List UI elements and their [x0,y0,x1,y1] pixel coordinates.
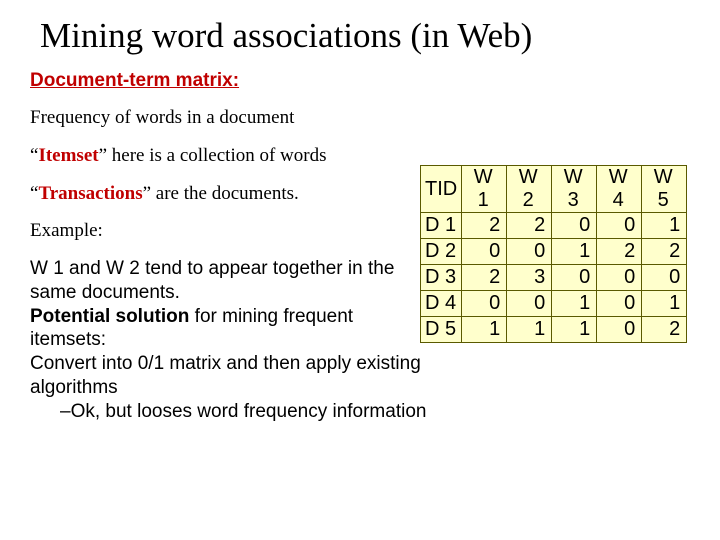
col-w3: W 3 [552,166,597,213]
example-label: Example: [30,219,430,243]
transactions-rest: are the documents. [151,183,299,204]
cell: 1 [552,291,597,317]
subheading: Document-term matrix: [30,70,690,92]
transactions-line: “Transactions” are the documents. [30,182,430,206]
matrix-table: TID W 1 W 2 W 3 W 4 W 5 D 1 2 2 0 0 1 [420,165,687,343]
potential-line: Potential solution for mining frequent i… [30,305,430,353]
ok-line: –Ok, but looses word frequency informati… [60,400,430,424]
table-header-row: TID W 1 W 2 W 3 W 4 W 5 [421,166,687,213]
itemset-line: “Itemset” here is a collection of words [30,144,430,168]
transactions-term: Transactions [38,183,142,204]
col-tid: TID [421,166,462,213]
table-row: D 5 1 1 1 0 2 [421,317,687,343]
cell: 0 [597,265,642,291]
cell: 0 [597,291,642,317]
cell: 0 [552,265,597,291]
cell: 1 [642,291,687,317]
frequency-line: Frequency of words in a document [30,106,430,130]
cell: 0 [507,291,552,317]
table-row: D 4 0 0 1 0 1 [421,291,687,317]
cell: 1 [507,317,552,343]
matrix-body: D 1 2 2 0 0 1 D 2 0 0 1 2 2 D 3 2 [421,213,687,343]
left-column: Frequency of words in a document “Itemse… [30,106,430,423]
cell: 0 [642,265,687,291]
cell: 0 [597,317,642,343]
col-w5: W 5 [642,166,687,213]
table-row: D 3 2 3 0 0 0 [421,265,687,291]
row-id: D 2 [421,239,462,265]
cell: 2 [462,265,507,291]
cell: 2 [642,317,687,343]
col-w2: W 2 [507,166,552,213]
cell: 2 [642,239,687,265]
cell: 1 [552,317,597,343]
cell: 3 [507,265,552,291]
cell: 0 [462,239,507,265]
cell: 1 [642,213,687,239]
cell: 0 [462,291,507,317]
cell: 0 [597,213,642,239]
close-quote: ” [143,183,151,204]
table-row: D 1 2 2 0 0 1 [421,213,687,239]
document-term-matrix: TID W 1 W 2 W 3 W 4 W 5 D 1 2 2 0 0 1 [420,165,687,343]
col-w4: W 4 [597,166,642,213]
page-title: Mining word associations (in Web) [40,16,690,56]
example-body: W 1 and W 2 tend to appear together in t… [30,257,430,423]
slide: Mining word associations (in Web) Docume… [0,0,720,540]
cell: 1 [552,239,597,265]
row-id: D 4 [421,291,462,317]
cell: 0 [507,239,552,265]
example-text-1: W 1 and W 2 tend to appear together in t… [30,257,430,305]
convert-line: Convert into 0/1 matrix and then apply e… [30,352,430,400]
itemset-rest: here is a collection of words [107,145,326,166]
table-row: D 2 0 0 1 2 2 [421,239,687,265]
itemset-term: Itemset [38,145,98,166]
close-quote: ” [99,145,107,166]
cell: 2 [507,213,552,239]
potential-bold: Potential solution [30,306,189,327]
cell: 2 [462,213,507,239]
cell: 0 [552,213,597,239]
cell: 1 [462,317,507,343]
row-id: D 5 [421,317,462,343]
cell: 2 [597,239,642,265]
row-id: D 3 [421,265,462,291]
row-id: D 1 [421,213,462,239]
col-w1: W 1 [462,166,507,213]
